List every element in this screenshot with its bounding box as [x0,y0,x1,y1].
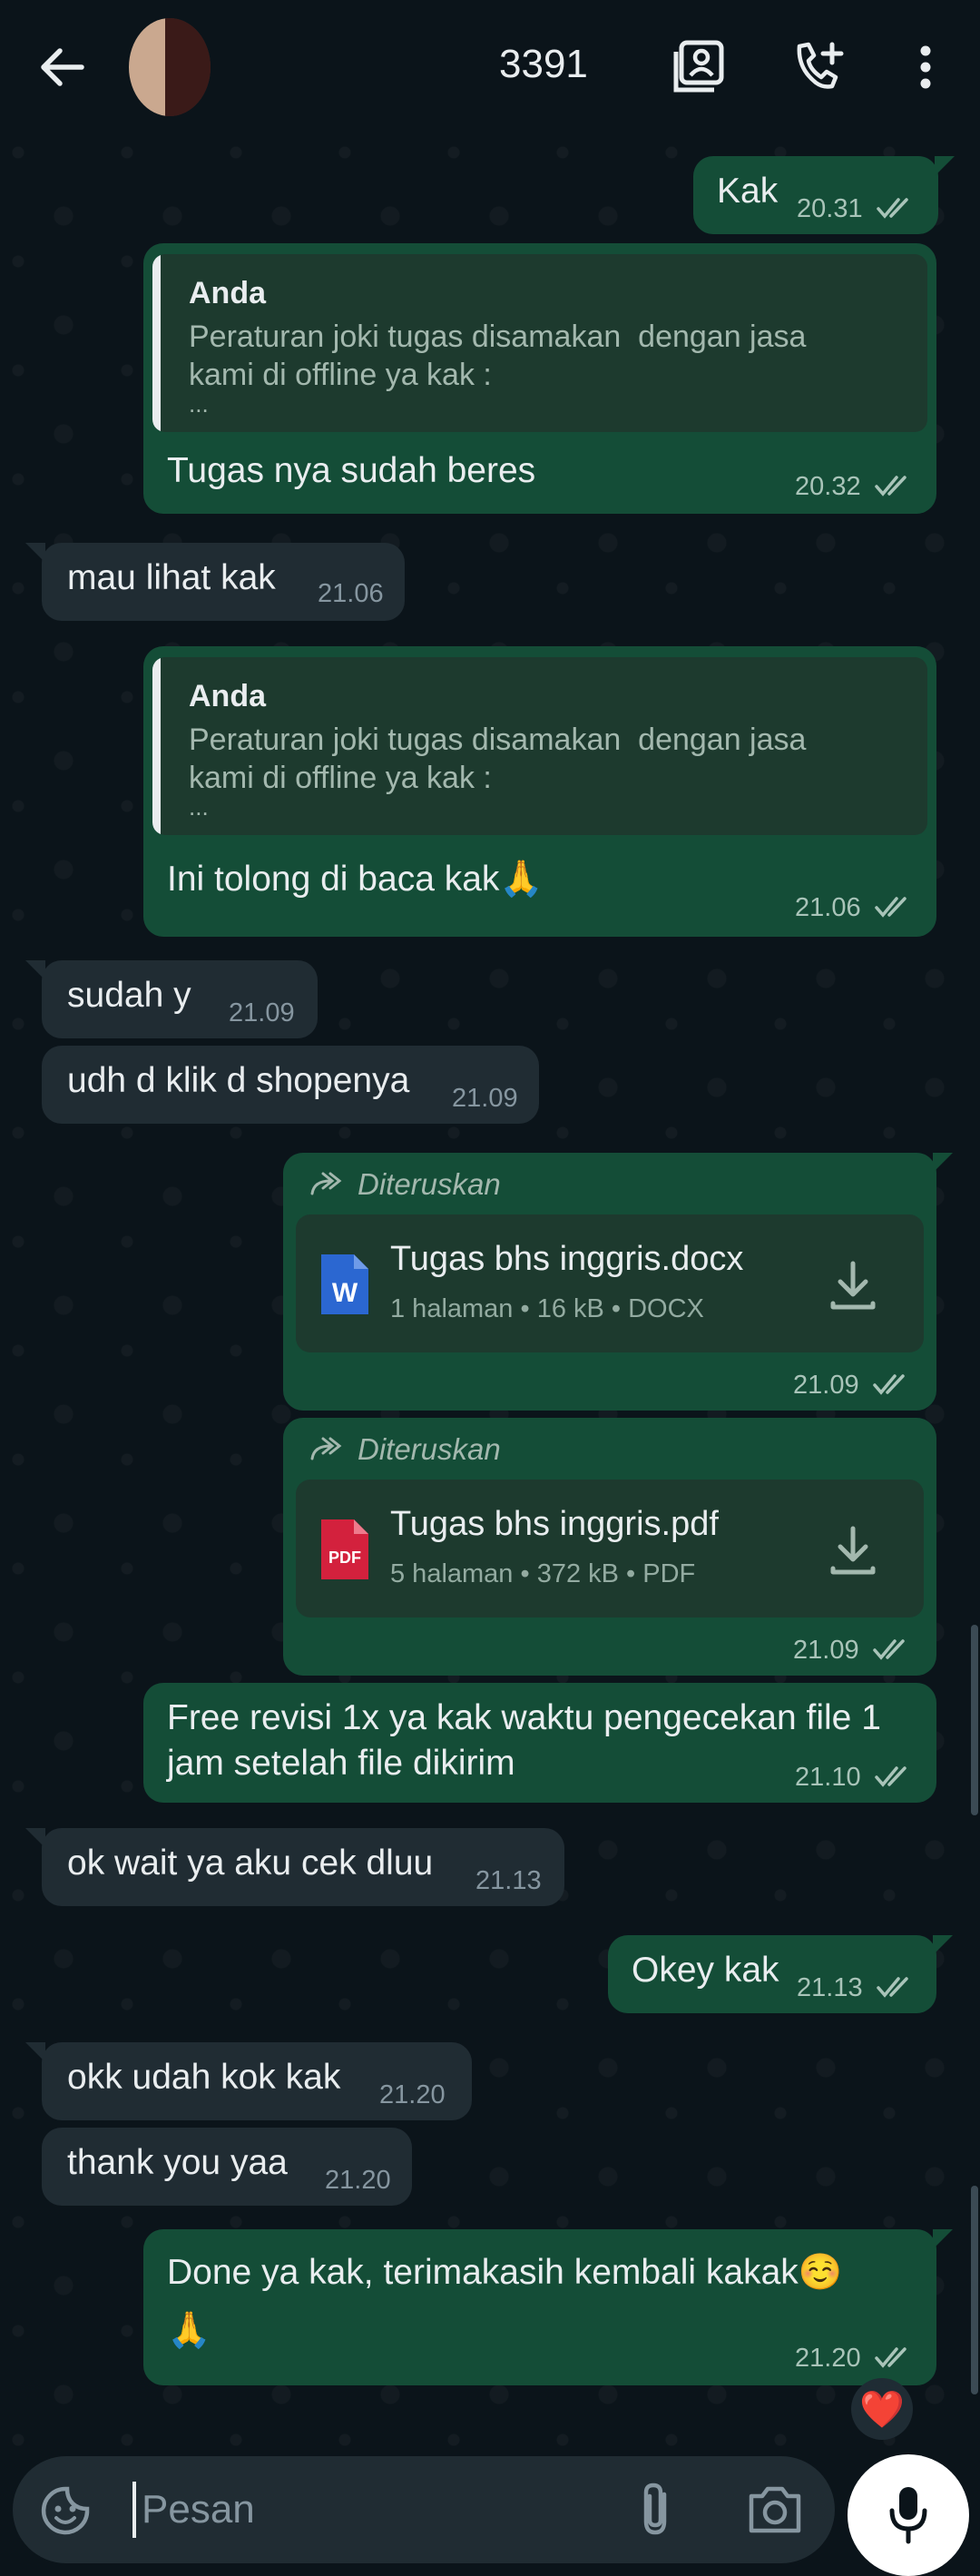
quote-text: Peraturan joki tugas disamakan dengan ja… [189,723,807,795]
scrollbar[interactable] [971,2186,978,2394]
svg-text:W: W [332,1278,358,1308]
message-text: sudah y [67,976,191,1015]
message-composer [13,2456,835,2563]
message-text: okk udah kok kak [67,2058,341,2097]
incoming-message[interactable]: thank you yaa 21.20 [42,2128,412,2206]
file-meta: 5 halaman • 372 kB • PDF [390,1559,696,1588]
incoming-message[interactable]: mau lihat kak 21.06 [25,543,405,621]
avatar[interactable] [129,18,211,116]
message-input[interactable] [140,2476,597,2543]
quoted-message[interactable]: Anda Peraturan joki tugas disamakan deng… [152,657,927,835]
quote-sender: Anda [189,679,266,713]
message-time: 20.31 [797,194,863,223]
download-icon[interactable] [828,1258,878,1313]
double-check-icon [873,1374,905,1395]
file-attachment[interactable]: W Tugas bhs inggris.docx 1 halaman • 16 … [296,1214,924,1352]
incoming-message[interactable]: udh d klik d shopenya 21.09 [42,1046,539,1124]
contact-card-icon[interactable] [670,36,730,96]
file-name: Tugas bhs inggris.docx [390,1240,744,1278]
message-time: 21.13 [797,1973,863,2002]
outgoing-message[interactable]: Kak 20.31 [693,156,955,234]
message-time: 21.09 [452,1084,518,1113]
double-check-icon [877,1977,908,1998]
outgoing-message[interactable]: Diteruskan W Tugas bhs inggris.docx 1 ha… [283,1153,953,1411]
message-text: Ini tolong di baca kak🙏 [167,860,544,899]
double-check-icon [875,2347,906,2368]
quote-ellipsis: ... [189,793,209,821]
microphone-button[interactable] [848,2454,969,2576]
scrollbar[interactable] [971,1625,978,1815]
message-time: 21.06 [795,893,861,922]
chat-header: 3391 [0,0,980,134]
message-text: ok wait ya aku cek dluu [67,1844,434,1883]
file-name: Tugas bhs inggris.pdf [390,1505,719,1543]
outgoing-message[interactable]: Diteruskan PDF Tugas bhs inggris.pdf 5 h… [283,1418,936,1676]
incoming-message[interactable]: sudah y 21.09 [25,960,318,1038]
message-text: Done ya kak, terimakasih kembali kakak☺️… [167,2253,843,2350]
sticker-smile-icon[interactable] [38,2483,93,2538]
outgoing-message[interactable]: Anda Peraturan joki tugas disamakan deng… [143,646,936,937]
back-arrow-icon[interactable] [27,40,96,94]
paperclip-icon[interactable] [630,2482,684,2540]
word-document-icon: W [321,1254,368,1314]
message-text: Tugas nya sudah beres [167,451,536,490]
outgoing-message[interactable]: Free revisi 1x ya kak waktu pengecekan f… [143,1683,936,1803]
more-vert-icon[interactable] [907,40,944,94]
outgoing-message[interactable]: Done ya kak, terimakasih kembali kakak☺️… [143,2229,953,2385]
camera-icon[interactable] [746,2483,804,2536]
message-time: 21.20 [379,2080,446,2109]
microphone-icon [889,2487,927,2544]
message-time: 20.32 [795,472,861,501]
double-check-icon [877,198,908,219]
quote-sender: Anda [189,276,266,310]
forward-arrow-icon [310,1437,342,1460]
forwarded-label: Diteruskan [309,1167,501,1202]
message-text: Kak [717,172,779,211]
incoming-message[interactable]: ok wait ya aku cek dluu 21.13 [25,1828,564,1906]
quoted-message[interactable]: Anda Peraturan joki tugas disamakan deng… [152,254,927,432]
message-time: 21.20 [795,2344,861,2373]
message-time: 21.10 [795,1763,861,1792]
message-text: Okey kak [632,1951,779,1990]
message-time: 21.13 [475,1866,542,1895]
double-check-icon [873,1639,905,1660]
contact-name[interactable]: 3391 [499,42,588,87]
file-meta: 1 halaman • 16 kB • DOCX [390,1294,704,1323]
forward-arrow-icon [310,1172,342,1195]
forwarded-label: Diteruskan [309,1432,501,1467]
message-time: 21.06 [318,579,384,608]
quote-text: Peraturan joki tugas disamakan dengan ja… [189,320,807,392]
reaction-badge[interactable]: ❤️ [851,2378,913,2440]
message-text: mau lihat kak [67,558,276,597]
incoming-message[interactable]: okk udah kok kak 21.20 [25,2042,472,2120]
download-icon[interactable] [828,1523,878,1578]
message-time: 21.09 [229,998,295,1027]
pdf-document-icon: PDF [321,1519,368,1579]
outgoing-message[interactable]: Anda Peraturan joki tugas disamakan deng… [143,243,936,514]
add-call-icon[interactable] [789,36,849,96]
pdf-badge: PDF [328,1549,361,1567]
message-time: 21.20 [325,2166,391,2195]
double-check-icon [875,1766,906,1787]
quote-ellipsis: ... [189,390,209,418]
file-attachment[interactable]: PDF Tugas bhs inggris.pdf 5 halaman • 37… [296,1480,924,1617]
double-check-icon [875,897,906,918]
message-time: 21.09 [793,1636,859,1665]
message-text: udh d klik d shopenya [67,1061,410,1100]
heart-icon: ❤️ [859,2389,905,2430]
outgoing-message[interactable]: Okey kak 21.13 [608,1935,953,2013]
message-text: thank you yaa [67,2143,288,2182]
double-check-icon [875,476,906,497]
message-time: 21.09 [793,1371,859,1400]
